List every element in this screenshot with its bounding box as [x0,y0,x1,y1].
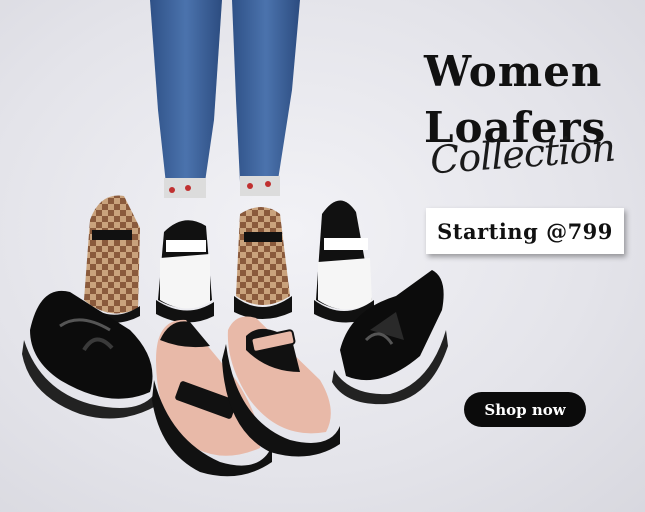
starting-price-text: Starting @799 [437,218,613,244]
shop-now-button[interactable]: Shop now [464,392,586,427]
loafer-white-left [156,220,214,323]
model-legs [150,0,300,198]
title-line-women: Women [424,47,603,96]
starting-price-box: Starting @799 [426,208,624,254]
loafer-checker-left [82,195,140,323]
loafer-white-right [314,200,374,323]
loafer-checker-right [234,207,292,319]
promo-banner: Women Loafers Collection Starting @799 S… [0,0,645,512]
